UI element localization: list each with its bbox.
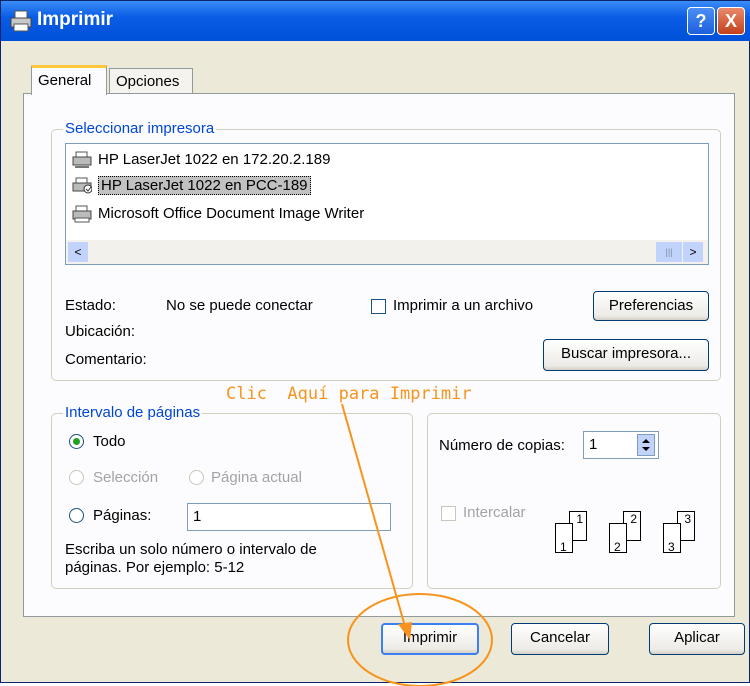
annotation-arrow <box>341 403 493 686</box>
annotation-circle <box>347 593 493 686</box>
tab-general[interactable]: General <box>31 65 107 95</box>
